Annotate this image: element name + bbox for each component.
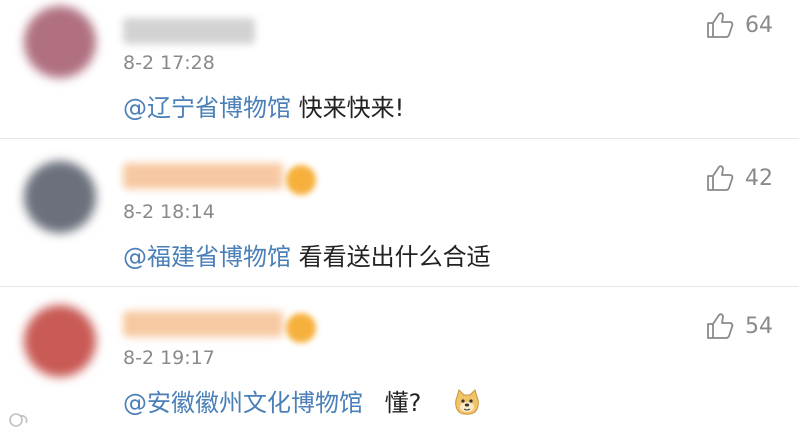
comment-time: 8-2 19:17 [123,347,215,369]
username[interactable] [123,163,283,189]
username[interactable] [123,18,255,44]
comment-text: @福建省博物馆 看看送出什么合适 [123,237,491,272]
thumbs-up-icon [707,12,734,38]
mention-link[interactable]: @安徽徽州文化博物馆 [123,389,363,417]
thumbs-up-icon [707,313,734,339]
mention-link[interactable]: @辽宁省博物馆 [123,94,291,122]
doge-emoji [455,389,479,415]
thumbs-up-icon [707,165,734,191]
logo-icon [9,413,28,427]
like-button[interactable]: 54 [705,311,773,341]
avatar[interactable] [24,6,96,78]
like-count: 54 [745,313,773,339]
comment-item: 8-2 17:28 @辽宁省博物馆 快来快来! 64 [0,0,799,148]
comment-item: 8-2 19:17 @安徽徽州文化博物馆 懂? 54 [0,286,799,435]
comment-text: @安徽徽州文化博物馆 懂? [123,383,481,418]
verified-badge-icon [286,313,316,343]
like-button[interactable]: 64 [705,10,773,40]
comment-time: 8-2 17:28 [123,52,215,74]
comment-body: 快来快来! [298,94,405,122]
comment-item: 8-2 18:14 @福建省博物馆 看看送出什么合适 42 [0,138,799,287]
avatar[interactable] [24,161,96,233]
verified-badge-icon [286,165,316,195]
like-count: 42 [745,165,773,191]
comment-time: 8-2 18:14 [123,201,215,223]
avatar[interactable] [24,305,96,377]
watermark [8,411,34,429]
username[interactable] [123,311,283,337]
comment-body: 看看送出什么合适 [298,243,491,271]
comment-text: @辽宁省博物馆 快来快来! [123,88,404,123]
like-button[interactable]: 42 [705,163,773,193]
like-count: 64 [745,12,773,38]
mention-link[interactable]: @福建省博物馆 [123,243,291,271]
comment-body: 懂? [384,389,422,417]
